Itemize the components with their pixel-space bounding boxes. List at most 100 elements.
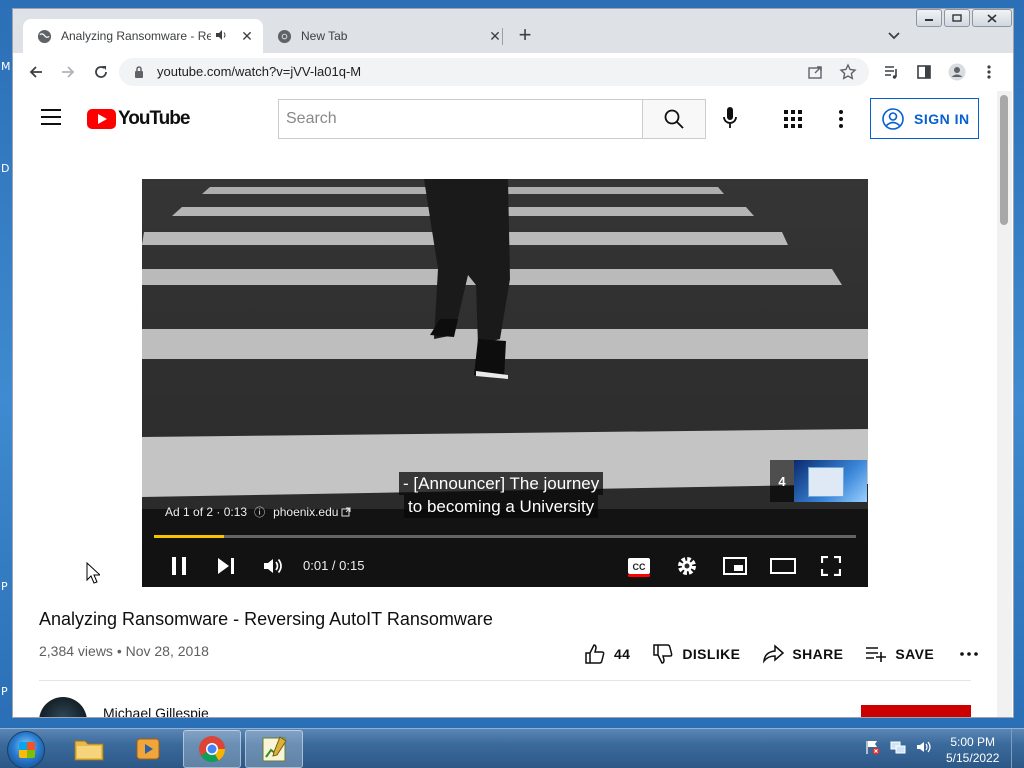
media-control-button[interactable] xyxy=(880,61,902,83)
back-button[interactable] xyxy=(25,61,47,83)
dislike-button[interactable]: DISLIKE xyxy=(652,643,740,665)
theater-mode-button[interactable] xyxy=(770,553,796,579)
maximize-button[interactable] xyxy=(944,9,970,27)
horizontal-dots-icon xyxy=(960,652,978,656)
info-icon[interactable]: ⓘ xyxy=(254,504,265,520)
video-player[interactable]: - [Announcer] The journey to becoming a … xyxy=(142,179,868,587)
start-button[interactable] xyxy=(7,731,45,768)
captions-active-indicator xyxy=(628,574,650,577)
ad-counter: Ad 1 of 2 · 0:13 xyxy=(165,505,248,519)
desktop-icon-label[interactable]: P xyxy=(1,580,8,593)
chevron-down-icon[interactable] xyxy=(885,26,903,44)
save-button[interactable]: SAVE xyxy=(865,646,934,662)
taskbar-chrome[interactable] xyxy=(183,730,241,768)
pause-button[interactable] xyxy=(166,553,192,579)
player-controls: 0:01 / 0:15 CC xyxy=(142,545,868,587)
sign-in-label: SIGN IN xyxy=(914,110,970,127)
volume-tray-icon[interactable] xyxy=(916,739,932,755)
browser-menu-button[interactable] xyxy=(978,61,1000,83)
next-button[interactable] xyxy=(213,553,239,579)
speaker-icon[interactable] xyxy=(215,29,231,44)
action-center-flag-icon[interactable] xyxy=(864,739,880,755)
like-button[interactable]: 44 xyxy=(584,643,630,665)
side-panel-button[interactable] xyxy=(913,61,935,83)
taskbar-notepad[interactable] xyxy=(245,730,303,768)
lock-icon[interactable] xyxy=(133,65,145,79)
tab-analyzing-ransomware[interactable]: Analyzing Ransomware - Reversing AutoIT … xyxy=(23,19,263,53)
chrome-window: Analyzing Ransomware - Reversing AutoIT … xyxy=(12,8,1014,718)
forward-button[interactable] xyxy=(57,61,79,83)
tab-strip: Analyzing Ransomware - Reversing AutoIT … xyxy=(13,9,1013,53)
channel-name[interactable]: Michael Gillespie xyxy=(103,705,209,717)
youtube-play-icon xyxy=(87,109,116,129)
share-page-icon[interactable] xyxy=(807,63,825,81)
tab-close-icon[interactable]: ✕ xyxy=(487,28,503,45)
ad-domain-link[interactable]: phoenix.edu xyxy=(273,505,338,519)
share-label: SHARE xyxy=(792,646,844,662)
settings-dots-icon[interactable] xyxy=(839,109,843,129)
gear-icon xyxy=(678,557,696,575)
desktop-icon-label[interactable]: P xyxy=(1,685,8,698)
miniplayer-button[interactable] xyxy=(722,553,748,579)
folder-icon xyxy=(74,740,104,761)
close-window-button[interactable] xyxy=(972,9,1012,27)
skip-ad-preview[interactable]: 4 xyxy=(770,460,867,502)
forward-arrow-icon xyxy=(62,66,75,78)
youtube-header: YouTube Search SIGN IN xyxy=(13,91,997,147)
share-button[interactable]: SHARE xyxy=(762,644,843,664)
youtube-logo[interactable]: YouTube xyxy=(87,108,190,130)
search-input[interactable]: Search xyxy=(278,99,643,139)
like-count: 44 xyxy=(614,646,631,662)
desktop-icon-label[interactable]: M xyxy=(1,60,11,73)
search-placeholder: Search xyxy=(286,110,337,127)
external-link-icon[interactable] xyxy=(341,507,351,517)
scrollbar-thumb[interactable] xyxy=(1000,95,1008,225)
sign-in-button[interactable]: SIGN IN xyxy=(870,98,979,139)
star-icon[interactable] xyxy=(839,63,857,81)
search-button[interactable] xyxy=(642,99,706,139)
progress-bar[interactable] xyxy=(154,535,856,538)
taskbar-explorer[interactable] xyxy=(60,730,118,768)
desktop-icon-label[interactable]: D xyxy=(1,162,9,175)
network-icon[interactable] xyxy=(890,739,906,755)
tab-title: New Tab xyxy=(301,29,348,43)
settings-button[interactable] xyxy=(674,553,700,579)
thumbs-up-icon xyxy=(585,644,605,664)
tab-new-tab[interactable]: New Tab ✕ xyxy=(263,19,503,53)
divider xyxy=(39,680,971,681)
clock-time: 5:00 PM xyxy=(950,735,996,749)
tab-close-icon[interactable]: ✕ xyxy=(239,28,255,45)
show-desktop-button[interactable] xyxy=(1011,729,1024,768)
address-bar[interactable]: youtube.com/watch?v=jVV-la01q-M xyxy=(119,58,869,86)
taskbar-media-player[interactable] xyxy=(120,730,178,768)
channel-avatar[interactable] xyxy=(39,697,87,717)
youtube-page: YouTube Search SIGN IN - [Announcer] The… xyxy=(13,91,1013,717)
maximize-icon xyxy=(952,14,962,22)
system-clock[interactable]: 5:00 PM 5/15/2022 xyxy=(946,734,999,766)
browser-toolbar: youtube.com/watch?v=jVV-la01q-M xyxy=(13,53,1013,91)
search-icon xyxy=(664,109,684,129)
reload-button[interactable] xyxy=(90,61,112,83)
url-text[interactable]: youtube.com/watch?v=jVV-la01q-M xyxy=(157,64,361,79)
share-arrow-icon xyxy=(763,644,785,664)
close-icon xyxy=(987,13,997,23)
microphone-icon[interactable] xyxy=(722,106,738,130)
video-title: Analyzing Ransomware - Reversing AutoIT … xyxy=(39,609,493,629)
minimize-button[interactable] xyxy=(916,9,942,27)
clock-date: 5/15/2022 xyxy=(946,751,1000,765)
fullscreen-button[interactable] xyxy=(818,553,844,579)
more-actions-button[interactable] xyxy=(960,652,986,656)
closed-captions-icon: CC xyxy=(628,558,650,574)
back-arrow-icon xyxy=(29,66,42,78)
page-scrollbar[interactable] xyxy=(997,91,1012,717)
mute-button[interactable] xyxy=(260,553,286,579)
pause-icon xyxy=(172,557,186,575)
skip-countdown: 4 xyxy=(770,460,794,502)
subscribe-button[interactable]: SUBSCRIBE xyxy=(861,705,971,717)
apps-grid-icon[interactable] xyxy=(784,110,802,128)
hamburger-menu-icon[interactable] xyxy=(41,109,61,125)
new-tab-button[interactable]: + xyxy=(513,23,537,47)
window-controls xyxy=(916,9,1013,27)
taskbar: 5:00 PM 5/15/2022 xyxy=(0,728,1024,768)
profile-button[interactable] xyxy=(946,61,968,83)
